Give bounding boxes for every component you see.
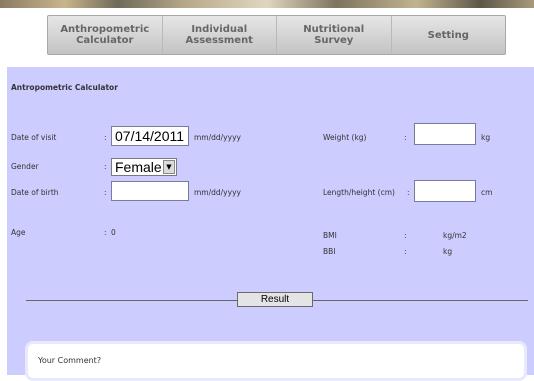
- tab-label: Nutritional: [303, 24, 365, 35]
- length-height-label: Length/height (cm): [323, 188, 395, 197]
- tab-label: Individual: [191, 24, 248, 35]
- length-height-unit: cm: [481, 188, 493, 197]
- colon: :: [104, 228, 107, 237]
- date-of-visit-input[interactable]: 07/14/2011: [111, 126, 189, 146]
- tab-anthropometric-calculator[interactable]: Anthropometric Calculator: [48, 16, 163, 54]
- chevron-down-icon[interactable]: ▼: [163, 160, 175, 174]
- tab-nutritional-survey[interactable]: Nutritional Survey: [277, 16, 392, 54]
- weight-input[interactable]: [414, 123, 476, 145]
- comment-box[interactable]: Your Comment?: [25, 341, 527, 381]
- gender-selected-value: Female: [115, 159, 162, 175]
- tab-individual-assessment[interactable]: Individual Assessment: [163, 16, 277, 54]
- age-value: 0: [111, 228, 116, 237]
- gender-label: Gender: [11, 162, 39, 171]
- length-height-input[interactable]: [414, 180, 476, 202]
- tab-label: Survey: [314, 35, 354, 46]
- header-banner: [0, 0, 534, 8]
- bmi-label: BMI: [323, 231, 337, 240]
- colon: :: [407, 188, 410, 197]
- colon: :: [104, 188, 107, 197]
- tab-setting[interactable]: Setting: [392, 16, 506, 54]
- gender-select[interactable]: Female ▼: [111, 158, 177, 176]
- weight-label: Weight (kg): [323, 133, 367, 142]
- colon: :: [404, 247, 407, 256]
- result-divider-right: [313, 300, 528, 301]
- calculator-panel: [7, 67, 534, 375]
- colon: :: [104, 133, 107, 142]
- bmi-unit: kg/m2: [443, 231, 467, 240]
- date-of-visit-format-hint: mm/dd/yyyy: [194, 133, 241, 142]
- bbi-label: BBI: [323, 247, 336, 256]
- tab-label: Anthropometric: [60, 24, 150, 35]
- colon: :: [404, 133, 407, 142]
- colon: :: [104, 162, 107, 171]
- main-nav: Anthropometric Calculator Individual Asses…: [47, 15, 506, 55]
- date-of-birth-input[interactable]: [111, 181, 189, 201]
- date-of-birth-format-hint: mm/dd/yyyy: [194, 188, 241, 197]
- tab-label: Assessment: [185, 35, 253, 46]
- tab-label: Calculator: [76, 35, 134, 46]
- result-button[interactable]: Result: [237, 292, 313, 307]
- panel-title: Antropometric Calculator: [11, 83, 118, 92]
- tab-label: Setting: [427, 29, 469, 41]
- age-label: Age: [11, 228, 26, 237]
- date-of-birth-label: Date of birth: [11, 188, 59, 197]
- date-of-visit-label: Date of visit: [11, 133, 57, 142]
- result-divider-left: [26, 300, 237, 301]
- weight-unit: kg: [481, 133, 491, 142]
- bbi-unit: kg: [443, 247, 453, 256]
- colon: :: [404, 231, 407, 240]
- comment-label: Your Comment?: [38, 356, 102, 365]
